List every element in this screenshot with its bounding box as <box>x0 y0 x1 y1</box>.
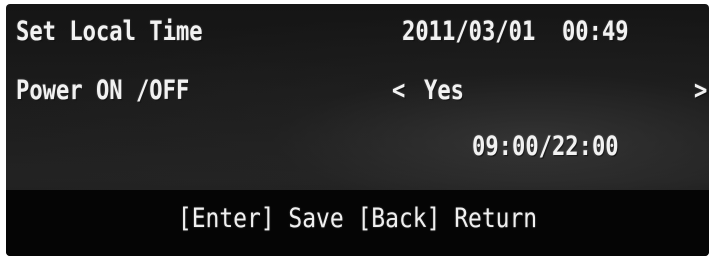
footer-bar: [Enter] Save [Back] Return <box>6 190 709 256</box>
power-schedule-value[interactable]: 09:00/22:00 <box>472 132 619 162</box>
chevron-left-icon[interactable]: < <box>392 76 405 106</box>
power-on-off-value[interactable]: Yes <box>424 76 464 106</box>
chevron-right-icon[interactable]: > <box>694 76 707 106</box>
power-on-off-label[interactable]: Power ON /OFF <box>16 76 189 106</box>
set-local-time-label[interactable]: Set Local Time <box>16 17 203 47</box>
footer-key-hint: [Enter] Save [Back] Return <box>177 203 538 234</box>
local-time-value[interactable]: 2011/03/01 00:49 <box>402 17 629 47</box>
osd-menu-screen: Set Local Time 2011/03/01 00:49 Power ON… <box>6 4 709 256</box>
